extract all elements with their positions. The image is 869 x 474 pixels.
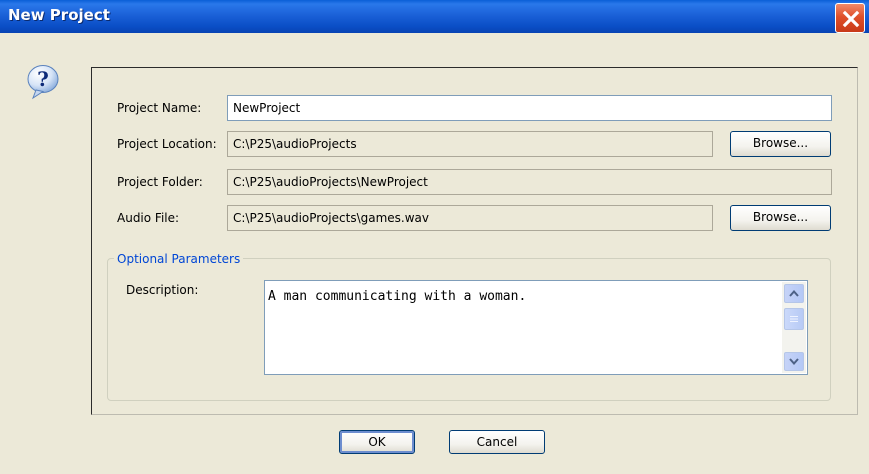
scroll-up-button[interactable] <box>784 284 804 303</box>
project-name-field[interactable]: NewProject <box>227 95 832 121</box>
title-bar[interactable]: New Project <box>0 0 869 33</box>
ok-button[interactable]: OK <box>339 430 415 454</box>
question-icon: ? <box>27 65 59 100</box>
svg-text:?: ? <box>37 67 49 91</box>
new-project-dialog: New Project ? Project Name: NewProject P… <box>0 0 869 474</box>
optional-parameters-title: Optional Parameters <box>114 252 244 266</box>
project-location-label: Project Location: <box>117 137 217 151</box>
description-scrollbar[interactable] <box>782 282 806 373</box>
close-icon <box>842 10 860 28</box>
chevron-down-icon <box>789 358 799 366</box>
audio-file-label: Audio File: <box>117 211 180 225</box>
project-name-label: Project Name: <box>117 101 202 115</box>
browse-location-button[interactable]: Browse... <box>730 131 831 157</box>
project-folder-label: Project Folder: <box>117 175 203 189</box>
cancel-button[interactable]: Cancel <box>449 430 545 454</box>
window-title: New Project <box>8 6 110 24</box>
description-text: A man communicating with a woman. <box>268 289 527 304</box>
scroll-down-button[interactable] <box>784 352 804 371</box>
project-folder-field[interactable]: C:\P25\audioProjects\NewProject <box>227 169 832 195</box>
description-textarea[interactable]: A man communicating with a woman. <box>264 280 808 375</box>
scroll-thumb[interactable] <box>784 308 804 330</box>
project-location-field[interactable]: C:\P25\audioProjects <box>227 131 713 157</box>
audio-file-field[interactable]: C:\P25\audioProjects\games.wav <box>227 205 713 231</box>
grip-icon <box>790 316 798 322</box>
chevron-up-icon <box>789 289 799 297</box>
close-button[interactable] <box>835 3 865 33</box>
browse-audio-button[interactable]: Browse... <box>730 205 831 231</box>
description-label: Description: <box>126 283 199 297</box>
